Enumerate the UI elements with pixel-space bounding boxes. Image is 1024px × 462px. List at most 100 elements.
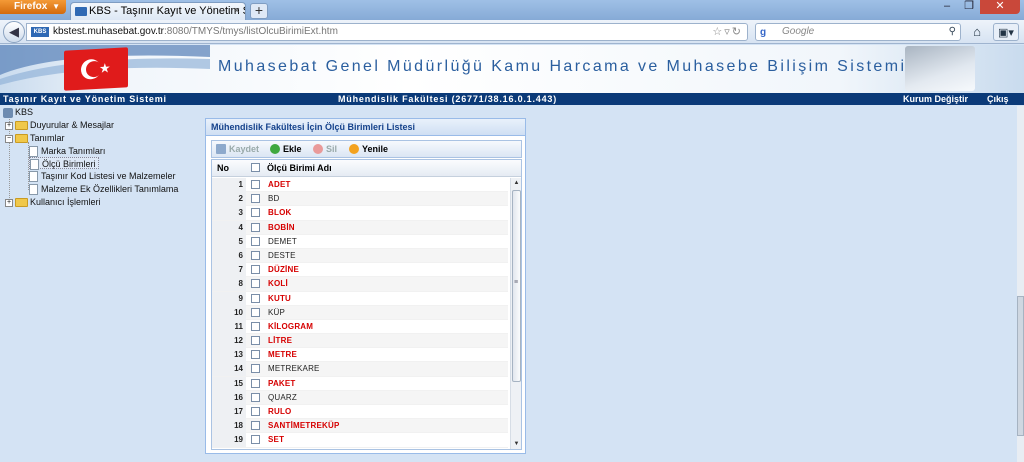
grid-scrollbar[interactable]: ▲ ≡ ▼ <box>510 178 521 449</box>
row-checkbox[interactable] <box>251 364 260 374</box>
save-button[interactable]: Kaydet <box>216 141 259 157</box>
bookmark-star-icon[interactable]: ☆▿↻ <box>712 24 743 40</box>
collapse-minus-icon[interactable]: − <box>5 134 13 143</box>
table-row[interactable]: 5 DEMET <box>212 234 508 249</box>
logout-link[interactable]: Çıkış <box>987 93 1009 105</box>
unit-name-cell[interactable]: ADET <box>268 178 291 192</box>
table-row[interactable]: 10 KÜP <box>212 305 508 320</box>
expand-plus-icon[interactable]: + <box>5 198 13 207</box>
row-checkbox[interactable] <box>251 435 260 445</box>
column-header-name[interactable]: Ölçü Birimi Adı <box>267 160 332 176</box>
unit-name-cell[interactable]: KUTU <box>268 292 291 306</box>
table-row[interactable]: 2 BD <box>212 192 508 207</box>
unit-name-cell[interactable]: METRE <box>268 348 297 362</box>
row-checkbox[interactable] <box>251 250 260 260</box>
firefox-menu-button[interactable]: Firefox ▼ <box>0 0 66 14</box>
close-window-icon[interactable]: ✕ <box>980 0 1020 14</box>
table-row[interactable]: 1 ADET <box>212 178 508 193</box>
tree-root[interactable]: KBS <box>3 106 33 118</box>
row-checkbox[interactable] <box>251 321 260 331</box>
row-checkbox[interactable] <box>251 307 260 317</box>
search-icon[interactable]: ⚲ <box>949 24 956 40</box>
select-all-checkbox[interactable] <box>251 163 260 172</box>
unit-name-cell[interactable]: KİLOGRAM <box>268 320 313 334</box>
unit-name-cell[interactable]: SANTİMETREKÜP <box>268 419 340 433</box>
unit-name-cell[interactable]: KÜP <box>268 306 285 320</box>
unit-name-cell[interactable]: DESTE <box>268 249 296 263</box>
expand-plus-icon[interactable]: + <box>5 121 13 130</box>
table-row[interactable]: 12 LİTRE <box>212 334 508 349</box>
row-checkbox[interactable] <box>251 378 260 388</box>
table-row[interactable]: 14 METREKARE <box>212 362 508 377</box>
table-row[interactable]: 7 DÜZİNE <box>212 263 508 278</box>
row-checkbox[interactable] <box>251 194 260 204</box>
search-input[interactable]: g Google ⚲ <box>755 23 961 41</box>
unit-name-cell[interactable]: BD <box>268 192 280 206</box>
table-row[interactable]: 15 PAKET <box>212 376 508 391</box>
tree-item-duyurular[interactable]: + Duyurular & Mesajlar <box>5 119 114 131</box>
row-checkbox[interactable] <box>251 279 260 289</box>
address-bar[interactable]: KBS kbstest.muhasebat.gov.tr:8080/TMYS/t… <box>26 23 748 41</box>
page-scroll-thumb[interactable] <box>1017 296 1024 436</box>
page-scrollbar[interactable] <box>1017 106 1024 462</box>
column-header-no[interactable]: No <box>217 160 229 176</box>
unit-name-cell[interactable]: DÜZİNE <box>268 263 299 277</box>
row-checkbox[interactable] <box>251 421 260 431</box>
units-grid: No Ölçü Birimi Adı 1 ADET 2 BD 3 BLOK 4 BOBİN 5 D… <box>211 159 522 450</box>
row-checkbox[interactable] <box>251 407 260 416</box>
table-row[interactable]: 11 KİLOGRAM <box>212 319 508 335</box>
table-row[interactable]: 8 KOLİ <box>212 277 508 292</box>
unit-name-cell[interactable]: METREKARE <box>268 362 320 376</box>
scroll-up-icon[interactable]: ▲ <box>511 178 521 189</box>
row-checkbox[interactable] <box>251 208 260 218</box>
tree-item-tasinir-kod[interactable]: Taşınır Kod Listesi ve Malzemeler <box>29 170 176 183</box>
row-checkbox[interactable] <box>251 180 260 189</box>
unit-name-cell[interactable]: DEMET <box>268 235 297 249</box>
tree-item-malzeme-ek[interactable]: Malzeme Ek Özellikleri Tanımlama <box>29 183 178 196</box>
table-row[interactable]: 17 RULO <box>212 405 508 420</box>
table-row[interactable]: 9 KUTU <box>212 291 508 306</box>
unit-name-cell[interactable]: LİTRE <box>268 334 292 348</box>
tab-close-icon[interactable]: × <box>234 3 240 20</box>
unit-name-cell[interactable]: BOBİN <box>268 221 295 235</box>
unit-name-cell[interactable]: BLOK <box>268 206 291 220</box>
unit-name-cell[interactable]: QUARZ <box>268 391 297 405</box>
unit-name-cell[interactable]: KOLİ <box>268 277 288 291</box>
table-row[interactable]: 18 SANTİMETREKÜP <box>212 419 508 434</box>
row-checkbox[interactable] <box>251 265 260 275</box>
table-row[interactable]: 16 QUARZ <box>212 390 508 405</box>
table-row[interactable]: 6 DESTE <box>212 248 508 264</box>
delete-minus-icon <box>313 144 323 154</box>
add-button[interactable]: Ekle <box>270 141 302 157</box>
row-checkbox[interactable] <box>251 392 260 402</box>
table-row[interactable]: 19 SET <box>212 433 508 448</box>
change-org-link[interactable]: Kurum Değiştir <box>903 93 968 105</box>
row-number: 12 <box>212 334 246 349</box>
back-arrow-icon[interactable]: ◀ <box>3 21 25 43</box>
tree-item-olcu-birimleri[interactable]: Ölçü Birimleri <box>29 157 99 171</box>
new-tab-button[interactable]: + <box>250 3 268 19</box>
row-checkbox[interactable] <box>251 293 260 303</box>
unit-name-cell[interactable]: SET <box>268 433 284 447</box>
scroll-thumb[interactable]: ≡ <box>512 190 521 382</box>
tree-item-kullanici[interactable]: + Kullanıcı İşlemleri <box>5 196 101 208</box>
refresh-button[interactable]: Yenile <box>349 141 388 157</box>
row-checkbox[interactable] <box>251 350 260 360</box>
menu-icon[interactable]: ▣▾ <box>993 23 1019 41</box>
row-checkbox[interactable] <box>251 222 260 232</box>
table-row[interactable]: 4 BOBİN <box>212 220 508 235</box>
tree-item-tanimlar[interactable]: − Tanımlar <box>5 132 65 144</box>
home-icon[interactable]: ⌂ <box>967 23 987 41</box>
unit-name-cell[interactable]: PAKET <box>268 377 296 391</box>
table-row[interactable]: 3 BLOK <box>212 206 508 221</box>
delete-button[interactable]: Sil <box>313 141 337 157</box>
scroll-down-icon[interactable]: ▼ <box>511 439 521 449</box>
table-row[interactable]: 13 METRE <box>212 348 508 363</box>
row-checkbox[interactable] <box>251 336 260 346</box>
minimize-icon[interactable]: – <box>936 0 958 14</box>
row-checkbox[interactable] <box>251 236 260 246</box>
tree-item-marka[interactable]: Marka Tanımları <box>29 145 105 158</box>
unit-name-cell[interactable]: RULO <box>268 405 291 419</box>
maximize-icon[interactable]: ❐ <box>958 0 980 14</box>
tab-kbs[interactable]: KBS - Taşınır Kayıt ve Yönetim Sistemi × <box>70 2 246 20</box>
